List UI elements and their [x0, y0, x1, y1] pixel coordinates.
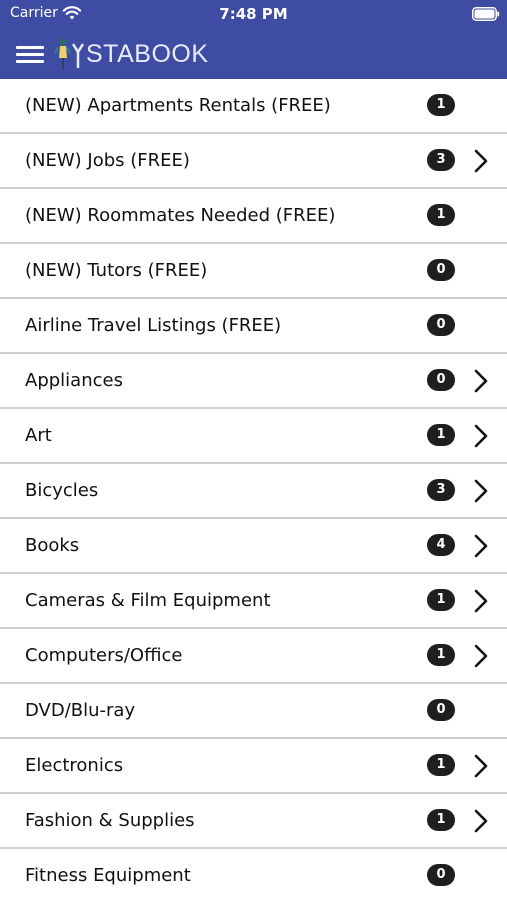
category-list: (NEW) Apartments Rentals (FREE) 1 (NEW) Jo…	[0, 79, 507, 900]
nav-bar: STABOOK	[0, 30, 507, 79]
hamburger-line-icon	[16, 60, 44, 63]
chevron-right-icon[interactable]	[474, 589, 488, 613]
listing-count-badge: 1	[427, 204, 455, 226]
category-row[interactable]: Art 1	[0, 409, 507, 464]
chevron-right-icon[interactable]	[474, 809, 488, 833]
category-label: Electronics	[25, 755, 124, 776]
listing-count-badge: 0	[427, 864, 455, 886]
app-logo: STABOOK	[54, 34, 209, 74]
menu-button[interactable]	[14, 40, 48, 68]
category-label: Fashion & Supplies	[25, 810, 195, 831]
brand-name: STABOOK	[86, 39, 209, 68]
category-label: Books	[25, 535, 80, 556]
listing-count-badge: 3	[427, 479, 455, 501]
chevron-right-icon[interactable]	[474, 369, 488, 393]
chevron-right-icon[interactable]	[474, 754, 488, 778]
listing-count-badge: 0	[427, 699, 455, 721]
category-row[interactable]: DVD/Blu-ray 0	[0, 684, 507, 739]
category-row[interactable]: Bicycles 3	[0, 464, 507, 519]
chevron-right-icon[interactable]	[474, 149, 488, 173]
chevron-right-icon[interactable]	[474, 424, 488, 448]
listing-count-badge: 1	[427, 589, 455, 611]
category-row[interactable]: Appliances 0	[0, 354, 507, 409]
app-screen: Carrier 7:48 PM STABOOK (NEW) Apartments…	[0, 0, 507, 900]
chevron-right-icon[interactable]	[474, 644, 488, 668]
listing-count-badge: 4	[427, 534, 455, 556]
chevron-right-icon[interactable]	[474, 479, 488, 503]
category-row[interactable]: Fitness Equipment 0	[0, 849, 507, 900]
battery-icon	[472, 7, 500, 21]
category-row[interactable]: Electronics 1	[0, 739, 507, 794]
listing-count-badge: 0	[427, 314, 455, 336]
category-label: Computers/Office	[25, 645, 183, 666]
category-label: (NEW) Tutors (FREE)	[25, 260, 208, 281]
listing-count-badge: 0	[427, 369, 455, 391]
listing-count-badge: 1	[427, 424, 455, 446]
hamburger-line-icon	[16, 46, 44, 49]
app-header: Carrier 7:48 PM STABOOK	[0, 0, 507, 79]
category-row[interactable]: (NEW) Roommates Needed (FREE) 1	[0, 189, 507, 244]
category-row[interactable]: (NEW) Tutors (FREE) 0	[0, 244, 507, 299]
category-label: Appliances	[25, 370, 123, 391]
listing-count-badge: 0	[427, 259, 455, 281]
category-label: (NEW) Jobs (FREE)	[25, 150, 190, 171]
category-row[interactable]: (NEW) Apartments Rentals (FREE) 1	[0, 79, 507, 134]
category-label: DVD/Blu-ray	[25, 700, 136, 721]
listing-count-badge: 3	[427, 149, 455, 171]
listing-count-badge: 1	[427, 754, 455, 776]
hamburger-line-icon	[16, 53, 44, 56]
category-row[interactable]: Cameras & Film Equipment 1	[0, 574, 507, 629]
listing-count-badge: 1	[427, 94, 455, 116]
category-row[interactable]: Books 4	[0, 519, 507, 574]
listing-count-badge: 1	[427, 644, 455, 666]
category-label: Art	[25, 425, 52, 446]
category-row[interactable]: Computers/Office 1	[0, 629, 507, 684]
logo-figure-icon	[54, 38, 85, 69]
category-row[interactable]: (NEW) Jobs (FREE) 3	[0, 134, 507, 189]
category-label: (NEW) Apartments Rentals (FREE)	[25, 95, 331, 116]
category-label: (NEW) Roommates Needed (FREE)	[25, 205, 336, 226]
chevron-right-icon[interactable]	[474, 534, 488, 558]
category-row[interactable]: Airline Travel Listings (FREE) 0	[0, 299, 507, 354]
category-row[interactable]: Fashion & Supplies 1	[0, 794, 507, 849]
status-bar: Carrier 7:48 PM	[0, 0, 507, 30]
category-label: Cameras & Film Equipment	[25, 590, 271, 611]
listing-count-badge: 1	[427, 809, 455, 831]
category-label: Airline Travel Listings (FREE)	[25, 315, 282, 336]
category-label: Fitness Equipment	[25, 865, 191, 886]
status-time: 7:48 PM	[219, 5, 288, 23]
category-label: Bicycles	[25, 480, 99, 501]
